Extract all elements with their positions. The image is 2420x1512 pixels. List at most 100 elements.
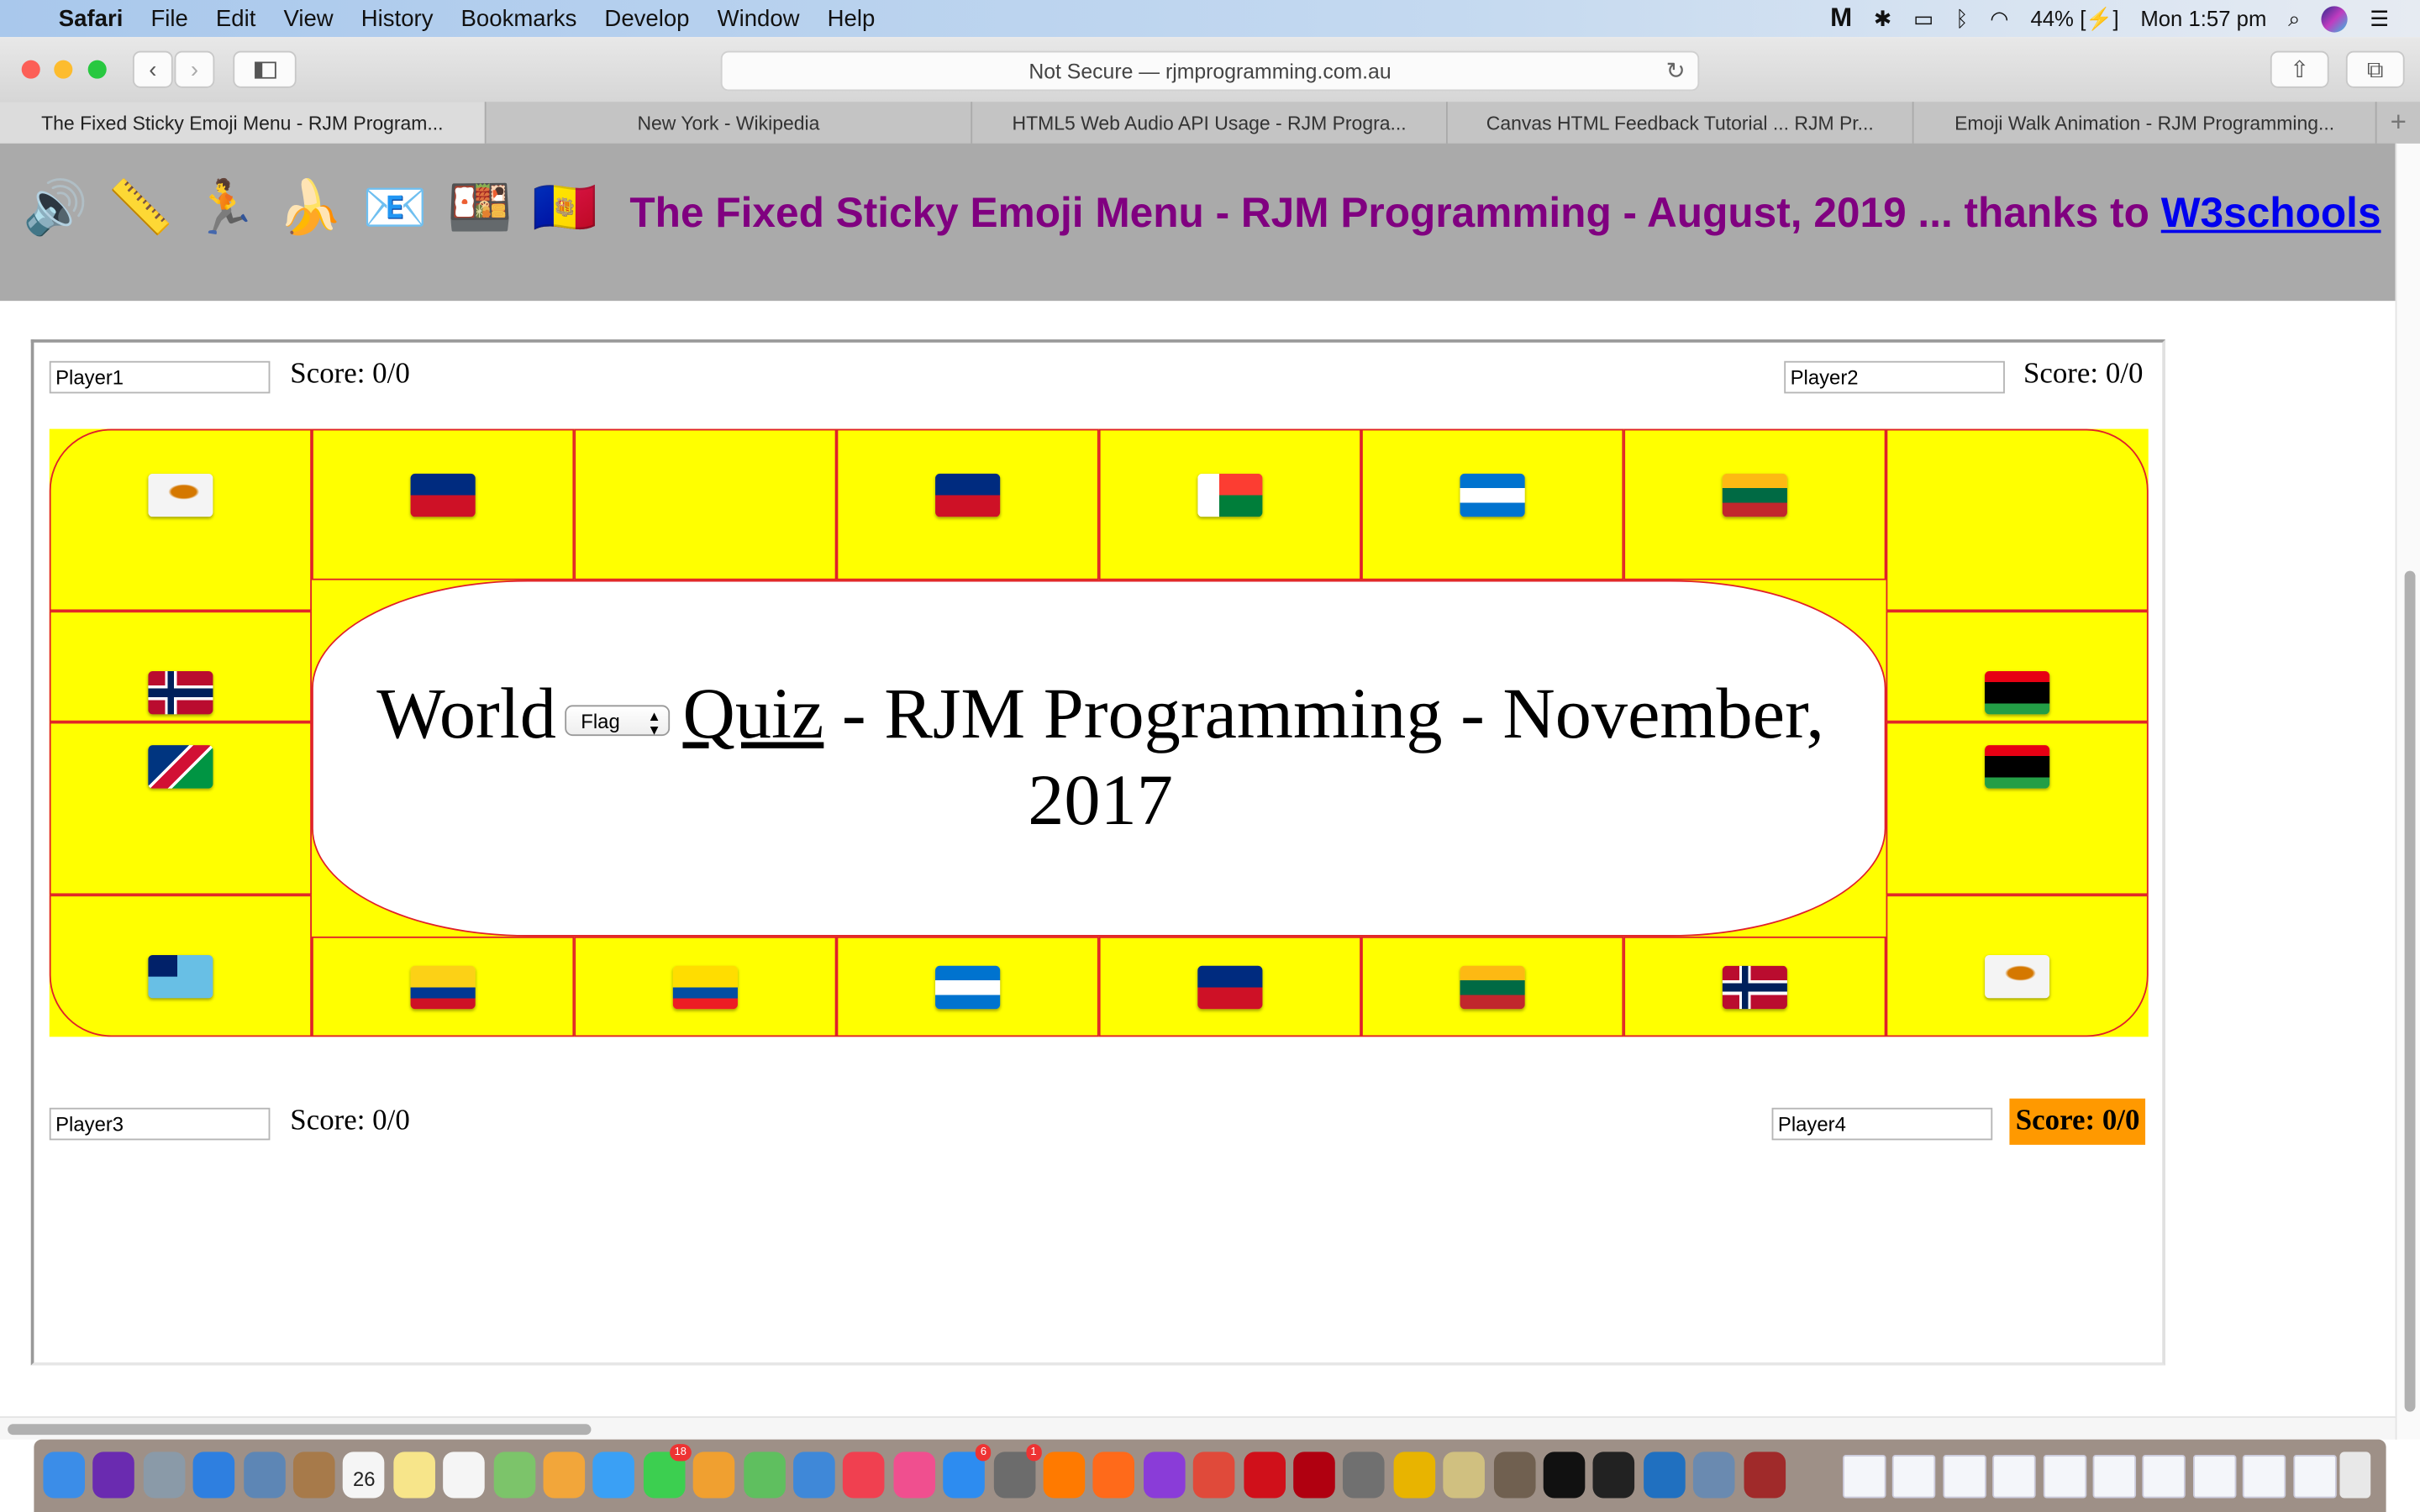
bento-icon[interactable]: 🍱 (443, 177, 517, 239)
andorra-flag-icon[interactable]: 🇦🇩 (528, 177, 602, 239)
address-bar[interactable]: Not Secure — rjmprogramming.com.au ↻ (720, 50, 1700, 92)
dock-pages-icon[interactable] (693, 1452, 735, 1499)
spotlight-icon[interactable]: ⌕ (2288, 5, 2300, 31)
menu-develop[interactable]: Develop (604, 5, 689, 31)
board-cell-left-1[interactable] (49, 722, 313, 895)
board-cell-bottom-7[interactable] (1886, 895, 2149, 1037)
vertical-scrollbar[interactable] (2395, 143, 2420, 1440)
dock-launchpad-icon[interactable] (143, 1452, 186, 1499)
share-button[interactable]: ⇧ (2270, 50, 2329, 88)
dock-safari-icon[interactable] (192, 1452, 235, 1499)
show-tabs-button[interactable]: ⧉ (2345, 50, 2405, 88)
dock-quicktime-icon[interactable] (1643, 1452, 1686, 1499)
tab-new-york-wikipedia[interactable]: New York - Wikipedia (487, 102, 973, 144)
board-cell-top-4[interactable] (1098, 428, 1362, 580)
dock-app-store-icon[interactable]: 6 (943, 1444, 992, 1499)
email-icon[interactable]: 📧 (358, 177, 432, 239)
avast-icon[interactable]: ✱ (1874, 5, 1892, 31)
dock-reminders-icon[interactable] (443, 1452, 486, 1499)
new-tab-button[interactable]: + (2377, 102, 2420, 144)
dock-minimized-window[interactable] (1843, 1455, 1886, 1499)
quiz-type-select[interactable]: Flag ▲ ▼ (565, 705, 671, 737)
board-cell-top-0[interactable] (49, 428, 313, 612)
menu-help[interactable]: Help (828, 5, 876, 31)
runner-icon[interactable]: 🏃 (188, 177, 262, 239)
battery-icon[interactable]: [⚡] (2080, 5, 2118, 31)
dock-minimized-window[interactable] (2092, 1455, 2137, 1499)
dock-minimized-window[interactable] (2143, 1455, 2186, 1499)
menu-window[interactable]: Window (718, 5, 800, 31)
dock-inkscape-icon[interactable] (1593, 1452, 1635, 1499)
dock-firefox-icon[interactable] (1093, 1452, 1135, 1499)
trash-icon[interactable] (2339, 1452, 2371, 1499)
dock-finder-icon[interactable] (43, 1452, 86, 1499)
board-cell-bottom-4[interactable] (1098, 936, 1362, 1037)
dock-dictionary-icon[interactable] (1743, 1452, 1786, 1499)
horizontal-scroll-thumb[interactable] (8, 1424, 592, 1436)
dock-messages-icon[interactable] (593, 1452, 635, 1499)
tab-canvas-feedback[interactable]: Canvas HTML Feedback Tutorial ... RJM Pr… (1448, 102, 1914, 144)
dock-calendar-icon[interactable]: 26 (343, 1452, 386, 1499)
dock-minimized-window[interactable] (2192, 1455, 2237, 1499)
menu-app-safari[interactable]: Safari (59, 5, 124, 31)
board-cell-bottom-3[interactable] (836, 936, 1099, 1037)
menu-view[interactable]: View (283, 5, 333, 31)
dock-filezilla-icon[interactable] (1293, 1452, 1335, 1499)
horizontal-scrollbar[interactable] (0, 1416, 2396, 1440)
malwarebytes-icon[interactable]: M (1830, 3, 1852, 34)
dock-numbers-icon[interactable] (743, 1452, 786, 1499)
tab-web-audio-api[interactable]: HTML5 Web Audio API Usage - RJM Progra..… (972, 102, 1448, 144)
dock-chrome-icon[interactable] (1193, 1452, 1235, 1499)
dock-sequel-pro-icon[interactable] (1343, 1452, 1386, 1499)
dock-system-preferences-icon[interactable]: 1 (993, 1444, 1042, 1499)
wifi-icon[interactable]: ◠ (1990, 5, 2008, 31)
minimize-window-button[interactable] (54, 60, 73, 79)
board-cell-top-1[interactable] (312, 428, 575, 580)
tab-fixed-sticky-emoji-menu[interactable]: The Fixed Sticky Emoji Menu - RJM Progra… (0, 102, 487, 144)
dock-contacts-icon[interactable] (292, 1452, 335, 1499)
dock-opera-icon[interactable] (1243, 1452, 1286, 1499)
dock-news-icon[interactable] (843, 1452, 886, 1499)
dock-keynote-icon[interactable] (793, 1452, 835, 1499)
close-window-button[interactable] (21, 60, 40, 79)
player4-name-input[interactable]: Player4 (1771, 1107, 1993, 1141)
dock-script-editor-icon[interactable] (1443, 1452, 1486, 1499)
player2-name-input[interactable]: Player2 (1784, 360, 2005, 394)
board-cell-left-0[interactable] (49, 611, 313, 722)
dock-phpstorm-icon[interactable] (1143, 1452, 1186, 1499)
board-cell-right-1[interactable] (1886, 722, 2149, 895)
board-cell-bottom-1[interactable] (312, 936, 575, 1037)
dock-terminal-icon[interactable] (1543, 1452, 1586, 1499)
board-cell-right-0[interactable] (1886, 611, 2149, 722)
dock-preview-icon[interactable] (243, 1452, 286, 1499)
dock-minimized-window[interactable] (2292, 1455, 2337, 1499)
sidebar-button[interactable] (233, 50, 297, 88)
menu-edit[interactable]: Edit (216, 5, 255, 31)
dock-facetime-icon[interactable]: 18 (643, 1444, 692, 1499)
airplay-icon[interactable]: ▭ (1913, 5, 1933, 31)
dock-maps-icon[interactable] (493, 1452, 535, 1499)
bluetooth-icon[interactable]: ᛒ (1955, 6, 1968, 30)
board-cell-top-6[interactable] (1623, 428, 1886, 580)
dock-minimized-window[interactable] (1892, 1455, 1936, 1499)
reload-icon[interactable]: ↻ (1666, 57, 1686, 85)
dock-photos-icon[interactable] (543, 1452, 586, 1499)
menu-file[interactable]: File (150, 5, 187, 31)
board-cell-top-3[interactable] (836, 428, 1099, 580)
back-button[interactable]: ‹ (132, 50, 173, 88)
dock-minimized-window[interactable] (2243, 1455, 2286, 1499)
siri-icon[interactable] (2322, 5, 2349, 32)
dock-avast-icon[interactable] (1043, 1452, 1086, 1499)
dock-siri-icon[interactable] (92, 1452, 135, 1499)
forward-button[interactable]: › (174, 50, 215, 88)
dock-itunes-icon[interactable] (893, 1452, 935, 1499)
dock-gimp-icon[interactable] (1493, 1452, 1535, 1499)
clock[interactable]: Mon 1:57 pm (2140, 6, 2266, 30)
dock-minimized-window[interactable] (1943, 1455, 1986, 1499)
dock-minimized-window[interactable] (1992, 1455, 2036, 1499)
board-cell-bottom-6[interactable] (1623, 936, 1886, 1037)
speaker-icon[interactable]: 🔊 (18, 177, 92, 239)
zoom-window-button[interactable] (87, 60, 107, 79)
menu-bookmarks[interactable]: Bookmarks (461, 5, 577, 31)
vertical-scroll-thumb[interactable] (2404, 570, 2416, 1412)
